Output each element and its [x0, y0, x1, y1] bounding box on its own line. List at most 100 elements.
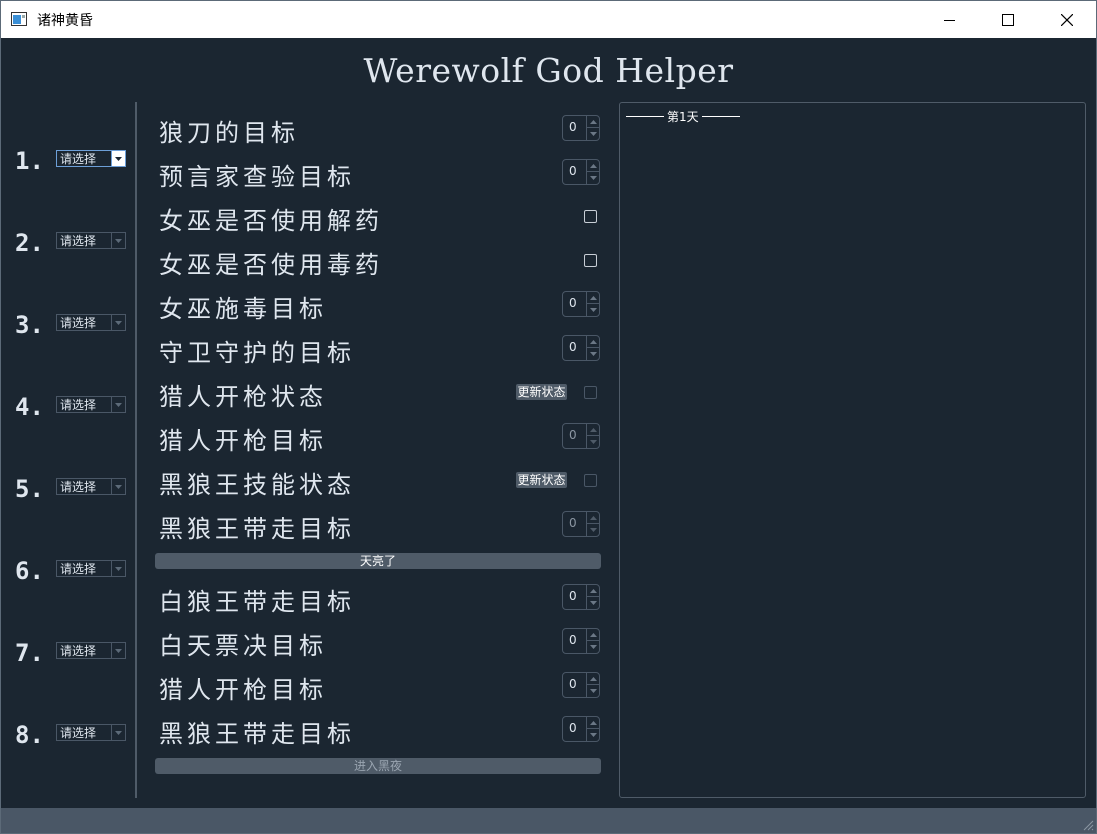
- select-value: 请选择: [60, 152, 97, 166]
- player-role-select[interactable]: 请选择: [56, 150, 126, 167]
- target-spinbox[interactable]: 0: [562, 335, 600, 361]
- target-spinbox[interactable]: 0: [562, 423, 600, 449]
- select-value: 请选择: [60, 480, 97, 494]
- spinbox-value: 0: [569, 164, 577, 178]
- spin-up-icon[interactable]: [587, 585, 599, 597]
- spin-down-icon[interactable]: [587, 641, 599, 653]
- spin-down-icon[interactable]: [587, 597, 599, 609]
- black-wolf-status-checkbox[interactable]: [584, 474, 597, 487]
- spin-down-icon[interactable]: [587, 172, 599, 184]
- spin-up-icon[interactable]: [587, 673, 599, 685]
- spin-down-icon[interactable]: [587, 685, 599, 697]
- select-value: 请选择: [60, 316, 97, 330]
- target-spinbox[interactable]: 0: [562, 672, 600, 698]
- spin-down-icon[interactable]: [587, 128, 599, 140]
- minimize-button[interactable]: [921, 1, 979, 38]
- player-number: 8.: [15, 721, 44, 749]
- spin-up-icon[interactable]: [587, 336, 599, 348]
- select-value: 请选择: [60, 562, 97, 576]
- player-number: 5.: [15, 475, 44, 503]
- maximize-button[interactable]: [979, 1, 1037, 38]
- action-label: 狼刀的目标: [159, 119, 299, 147]
- player-role-select[interactable]: 请选择: [56, 314, 126, 331]
- target-spinbox[interactable]: 0: [562, 291, 600, 317]
- close-button[interactable]: [1038, 1, 1096, 38]
- chevron-down-icon: [111, 397, 125, 412]
- app-heading: Werewolf God Helper: [363, 51, 734, 90]
- player-role-select[interactable]: 请选择: [56, 396, 126, 413]
- chevron-down-icon: [111, 233, 125, 248]
- spin-up-icon[interactable]: [587, 512, 599, 524]
- spinbox-value: 0: [569, 633, 577, 647]
- dawn-button[interactable]: 天亮了: [155, 553, 601, 569]
- player-role-select[interactable]: 请选择: [56, 642, 126, 659]
- hunter-status-checkbox[interactable]: [584, 386, 597, 399]
- update-status-button[interactable]: 更新状态: [516, 472, 567, 488]
- title-bar: 诸神黄昏: [1, 1, 1096, 38]
- spin-down-icon[interactable]: [587, 729, 599, 741]
- maximize-icon: [1002, 13, 1014, 26]
- target-spinbox[interactable]: 0: [562, 584, 600, 610]
- enter-night-button[interactable]: 进入黑夜: [155, 758, 601, 774]
- player-number: 1.: [15, 147, 44, 175]
- player-role-select[interactable]: 请选择: [56, 478, 126, 495]
- action-label: 预言家查验目标: [159, 163, 355, 191]
- window-title: 诸神黄昏: [37, 13, 93, 29]
- select-value: 请选择: [60, 234, 97, 248]
- day-label: 第1天: [667, 109, 699, 124]
- spin-up-icon[interactable]: [587, 717, 599, 729]
- resize-grip-icon[interactable]: [1082, 819, 1094, 831]
- target-spinbox[interactable]: 0: [562, 159, 600, 185]
- spin-up-icon[interactable]: [587, 292, 599, 304]
- player-role-select[interactable]: 请选择: [56, 232, 126, 249]
- update-status-button[interactable]: 更新状态: [516, 384, 567, 400]
- chevron-down-icon: [111, 151, 125, 166]
- spinbox-value: 0: [569, 721, 577, 735]
- action-label: 守卫守护的目标: [159, 339, 355, 367]
- app-icon: [11, 12, 27, 26]
- spin-down-icon[interactable]: [587, 524, 599, 536]
- action-label: 猎人开枪目标: [159, 427, 327, 455]
- chevron-down-icon: [111, 315, 125, 330]
- action-label: 黑狼王技能状态: [159, 471, 355, 499]
- spin-up-icon[interactable]: [587, 424, 599, 436]
- player-number: 7.: [15, 639, 44, 667]
- spinbox-value: 0: [569, 516, 577, 530]
- action-label: 女巫是否使用毒药: [159, 251, 383, 279]
- separator-line: [701, 115, 740, 117]
- action-label: 猎人开枪目标: [159, 676, 327, 704]
- target-spinbox[interactable]: 0: [562, 511, 600, 537]
- spinbox-value: 0: [569, 340, 577, 354]
- action-label: 女巫施毒目标: [159, 295, 327, 323]
- spinbox-value: 0: [569, 120, 577, 134]
- poison-checkbox[interactable]: [584, 254, 597, 267]
- antidote-checkbox[interactable]: [584, 210, 597, 223]
- spin-down-icon[interactable]: [587, 436, 599, 448]
- action-label: 白天票决目标: [159, 632, 327, 660]
- player-role-select[interactable]: 请选择: [56, 724, 126, 741]
- action-label: 黑狼王带走目标: [159, 720, 355, 748]
- chevron-down-icon: [111, 643, 125, 658]
- select-value: 请选择: [60, 726, 97, 740]
- game-log-panel[interactable]: 第1天: [619, 102, 1086, 798]
- player-number: 6.: [15, 557, 44, 585]
- separator-line: [626, 115, 664, 117]
- spin-down-icon[interactable]: [587, 304, 599, 316]
- target-spinbox[interactable]: 0: [562, 628, 600, 654]
- spin-up-icon[interactable]: [587, 160, 599, 172]
- spin-up-icon[interactable]: [587, 629, 599, 641]
- spin-down-icon[interactable]: [587, 348, 599, 360]
- target-spinbox[interactable]: 0: [562, 115, 600, 141]
- action-label: 女巫是否使用解药: [159, 207, 383, 235]
- player-role-select[interactable]: 请选择: [56, 560, 126, 577]
- spinbox-value: 0: [569, 589, 577, 603]
- minimize-icon: [944, 19, 955, 21]
- player-number: 3.: [15, 311, 44, 339]
- chevron-down-icon: [111, 479, 125, 494]
- vertical-divider: [135, 102, 137, 798]
- target-spinbox[interactable]: 0: [562, 716, 600, 742]
- spin-up-icon[interactable]: [587, 116, 599, 128]
- day-separator: 第1天: [626, 109, 740, 124]
- select-value: 请选择: [60, 644, 97, 658]
- main-window: 诸神黄昏 Werewolf God Helper 1. 请选择 2. 请选择 3…: [0, 0, 1097, 834]
